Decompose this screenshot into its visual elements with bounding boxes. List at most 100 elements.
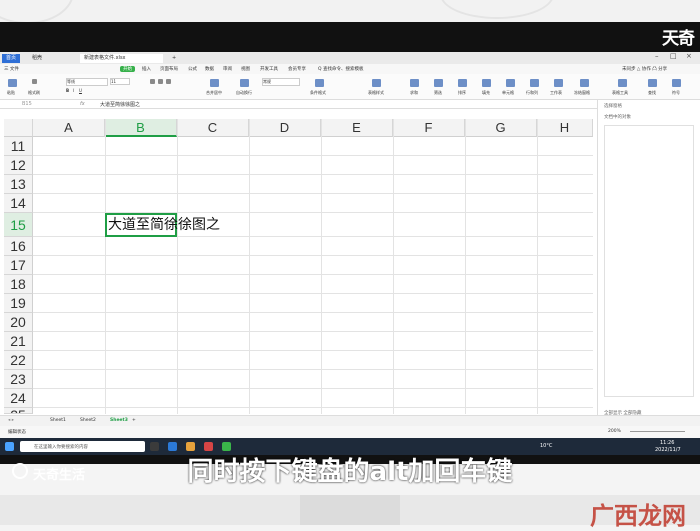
grid-line [33,274,593,275]
zoom-slider[interactable] [630,431,685,432]
column-header-c[interactable]: C [177,119,249,137]
close-icon[interactable]: × [686,52,692,60]
find-icon[interactable] [648,79,657,87]
task-view-icon[interactable] [150,442,159,451]
merge-center-icon[interactable] [210,79,219,87]
column-header-e[interactable]: E [321,119,393,137]
format-painter-icon[interactable] [32,79,37,84]
row-header-23[interactable]: 23 [4,370,33,389]
tab-home[interactable]: 首页 [2,54,21,63]
menu-insert[interactable]: 插入 [142,66,151,72]
column-header-a[interactable]: A [33,119,105,137]
row-header-19[interactable]: 19 [4,294,33,313]
row-header-16[interactable]: 16 [4,237,33,256]
menu-review[interactable]: 审阅 [223,66,232,72]
clock-time[interactable]: 11:26 [660,440,674,446]
sheet-nav-icon[interactable]: ◂ ▸ [8,418,14,423]
row-header-15[interactable]: 15 [4,213,33,237]
menu-page-layout[interactable]: 页面布局 [160,66,178,72]
number-format-select[interactable]: 常规 [262,78,300,86]
italic-button[interactable]: I [73,88,74,93]
row-header-20[interactable]: 20 [4,313,33,332]
align-center-icon[interactable] [158,79,163,84]
brand-logo-icon [12,463,28,479]
menu-view[interactable]: 视图 [241,66,250,72]
wps-spreadsheet-window: 首页 稻壳 新建表格文件.xlsx + – □ × 三 文件 开始 插入 页面布… [0,52,700,438]
search-placeholder: 在这里输入你要搜索的内容 [34,445,88,450]
spreadsheet-grid[interactable]: A B C D E F G H 11 12 13 14 15 16 17 18 … [4,119,593,414]
sort-icon[interactable] [458,79,467,87]
table-tools-icon[interactable] [618,79,627,87]
row-header-12[interactable]: 12 [4,156,33,175]
command-search[interactable]: Q 查找命令、搜索模板 [318,66,363,72]
title-bar: 首页 稻壳 新建表格文件.xlsx + – □ × [0,52,700,64]
formula-input[interactable]: 大道至简徐徐图之 [100,101,140,108]
row-header-21[interactable]: 21 [4,332,33,351]
sum-icon[interactable] [410,79,419,87]
zoom-level[interactable]: 200% [608,429,621,434]
tab-file[interactable]: 新建表格文件.xlsx [80,54,163,63]
site-watermark: 广西龙网 [590,502,686,530]
menu-developer[interactable]: 开发工具 [260,66,278,72]
start-icon[interactable] [5,442,14,451]
sheet-tab-2[interactable]: Sheet2 [80,418,96,423]
wps-icon[interactable] [204,442,213,451]
column-header-f[interactable]: F [393,119,465,137]
explorer-icon[interactable] [186,442,195,451]
object-list[interactable] [604,125,694,397]
selection-pane-title: 选择窗格 [604,104,622,109]
minimize-icon[interactable]: – [655,52,659,60]
menu-file[interactable]: 三 文件 [4,66,19,72]
row-header-11[interactable]: 11 [4,137,33,156]
menu-data[interactable]: 数据 [205,66,214,72]
menu-formula[interactable]: 公式 [188,66,197,72]
column-header-h[interactable]: H [537,119,593,137]
tab-docer[interactable]: 稻壳 [28,54,46,63]
fill-icon[interactable] [482,79,491,87]
fx-icon[interactable]: fx [80,101,85,107]
taskbar-search[interactable]: 在这里输入你要搜索的内容 [20,441,145,452]
column-header-b[interactable]: B [105,119,177,137]
cell-b15-text: 大道至简徐徐图之 [108,217,220,233]
bold-button[interactable]: B [66,88,69,93]
menu-member[interactable]: 会员专享 [288,66,306,72]
maximize-icon[interactable]: □ [670,52,677,60]
font-size-select[interactable]: 11 [110,78,130,85]
wrap-text-icon[interactable] [240,79,249,87]
row-header-24[interactable]: 24 [4,389,33,408]
weather-text[interactable]: 10°C [540,443,552,449]
cell-reference[interactable]: B15 [22,101,32,107]
conditional-format-icon[interactable] [315,79,324,87]
row-header-17[interactable]: 17 [4,256,33,275]
freeze-panes-icon[interactable] [580,79,589,87]
row-header-14[interactable]: 14 [4,194,33,213]
clock-date[interactable]: 2022/11/7 [655,447,681,453]
filter-icon[interactable] [434,79,443,87]
cell-icon[interactable] [506,79,515,87]
collab-share[interactable]: 未同步 △ 协作 凸 分享 [622,66,667,72]
worksheet-icon[interactable] [554,79,563,87]
align-right-icon[interactable] [166,79,171,84]
menu-start[interactable]: 开始 [120,66,135,72]
wechat-icon[interactable] [222,442,231,451]
align-left-icon[interactable] [150,79,155,84]
sheet-tab-1[interactable]: Sheet1 [50,418,66,423]
row-header-22[interactable]: 22 [4,351,33,370]
row-header-13[interactable]: 13 [4,175,33,194]
paste-icon[interactable] [8,79,17,87]
new-tab-button[interactable]: + [168,54,180,63]
row-header-18[interactable]: 18 [4,275,33,294]
add-sheet-button[interactable]: + [132,418,136,423]
column-header-g[interactable]: G [465,119,537,137]
symbol-icon[interactable] [672,79,681,87]
column-header-d[interactable]: D [249,119,321,137]
edge-icon[interactable] [168,442,177,451]
rows-cols-icon[interactable] [530,79,539,87]
symbol-label: 符号 [672,90,680,95]
underline-button[interactable]: U [79,88,82,93]
sheet-tab-3[interactable]: Sheet3 [110,418,128,423]
font-name-select[interactable]: 等线 [66,78,108,86]
table-style-icon[interactable] [372,79,381,87]
select-all-corner[interactable] [4,119,33,137]
row-header-25[interactable]: 25 [4,408,33,414]
